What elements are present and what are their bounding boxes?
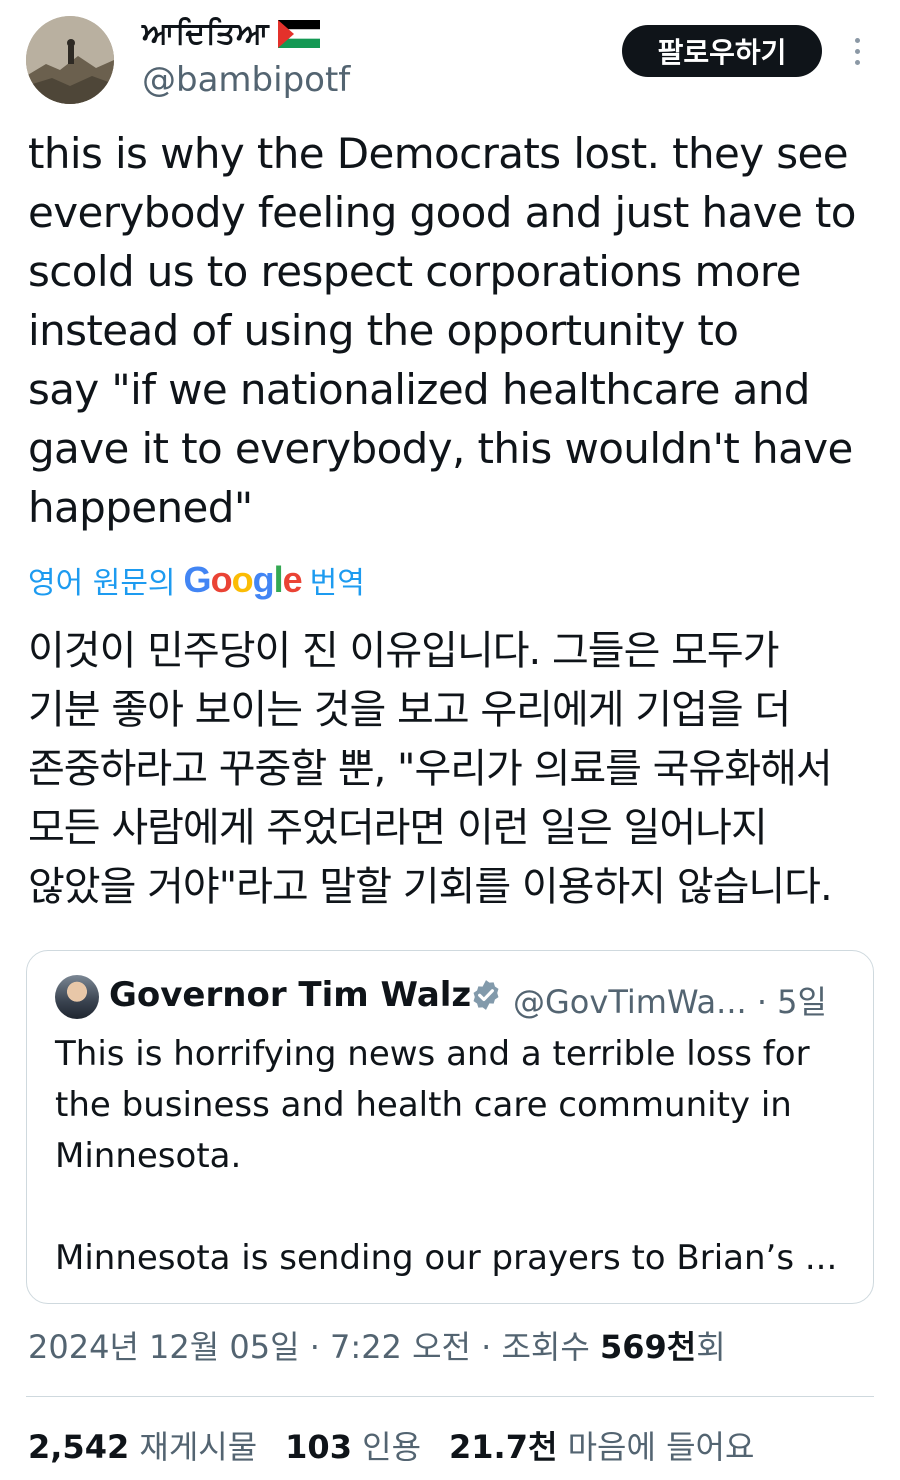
view-count: 569천 xyxy=(599,1328,697,1366)
retweets-stat[interactable]: 2,542 재게시물 xyxy=(28,1422,257,1468)
likes-label: 마음에 들어요 xyxy=(567,1428,755,1466)
quote-author-avatar xyxy=(55,975,99,1019)
tweet-datetime[interactable]: 2024년 12월 05일 · 7:22 오전 · 조회수 xyxy=(28,1328,590,1366)
retweets-label: 재게시물 xyxy=(139,1428,258,1466)
google-logo: Google xyxy=(183,559,303,600)
engagement-stats: 2,542 재게시물 103 인용 21.7천 마음에 들어요 xyxy=(28,1422,754,1468)
author-avatar[interactable] xyxy=(26,16,114,104)
translate-suffix: 번역 xyxy=(309,566,365,601)
likes-count: 21.7천 xyxy=(449,1428,558,1466)
retweets-count: 2,542 xyxy=(28,1428,130,1466)
author-display-name[interactable]: ਆਦਿਤਿਆ xyxy=(142,16,320,51)
palestine-flag-icon xyxy=(277,19,320,48)
view-suffix: 회 xyxy=(696,1328,726,1366)
divider xyxy=(26,1396,874,1397)
quotes-stat[interactable]: 103 인용 xyxy=(285,1422,421,1468)
tweet-text: this is why the Democrats lost. they see… xyxy=(28,129,857,532)
quotes-count: 103 xyxy=(285,1428,352,1466)
author-handle[interactable]: @bambipotf xyxy=(142,60,350,100)
avatar-photo xyxy=(26,16,114,104)
quoted-tweet[interactable]: Governor Tim Walz @GovTimWa... · 5일 This… xyxy=(26,950,874,1304)
tweet-header: ਆਦਿਤਿਆ @bambipotf 팔로우하기 xyxy=(0,0,900,120)
quote-author-name: Governor Tim Walz xyxy=(109,975,472,1015)
quotes-label: 인용 xyxy=(362,1428,422,1466)
tweet-meta: 2024년 12월 05일 · 7:22 오전 · 조회수 569천회 xyxy=(28,1322,726,1368)
translated-text: 이것이 민주당이 진 이유입니다. 그들은 모두가 기분 좋아 보이는 것을 보… xyxy=(28,628,833,910)
quote-text: This is horrifying news and a terrible l… xyxy=(55,1034,838,1278)
likes-stat[interactable]: 21.7천 마음에 들어요 xyxy=(449,1422,754,1468)
verified-badge-icon xyxy=(473,980,499,1010)
follow-button[interactable]: 팔로우하기 xyxy=(622,25,822,77)
translate-prefix: 영어 원문의 xyxy=(28,566,176,601)
quote-handle-time: @GovTimWa... · 5일 xyxy=(513,983,827,1021)
more-options-icon[interactable] xyxy=(846,34,868,70)
author-name-text: ਆਦਿਤਿਆ xyxy=(142,16,270,51)
translation-attribution[interactable]: 영어 원문의 Google 번역 xyxy=(28,556,365,604)
